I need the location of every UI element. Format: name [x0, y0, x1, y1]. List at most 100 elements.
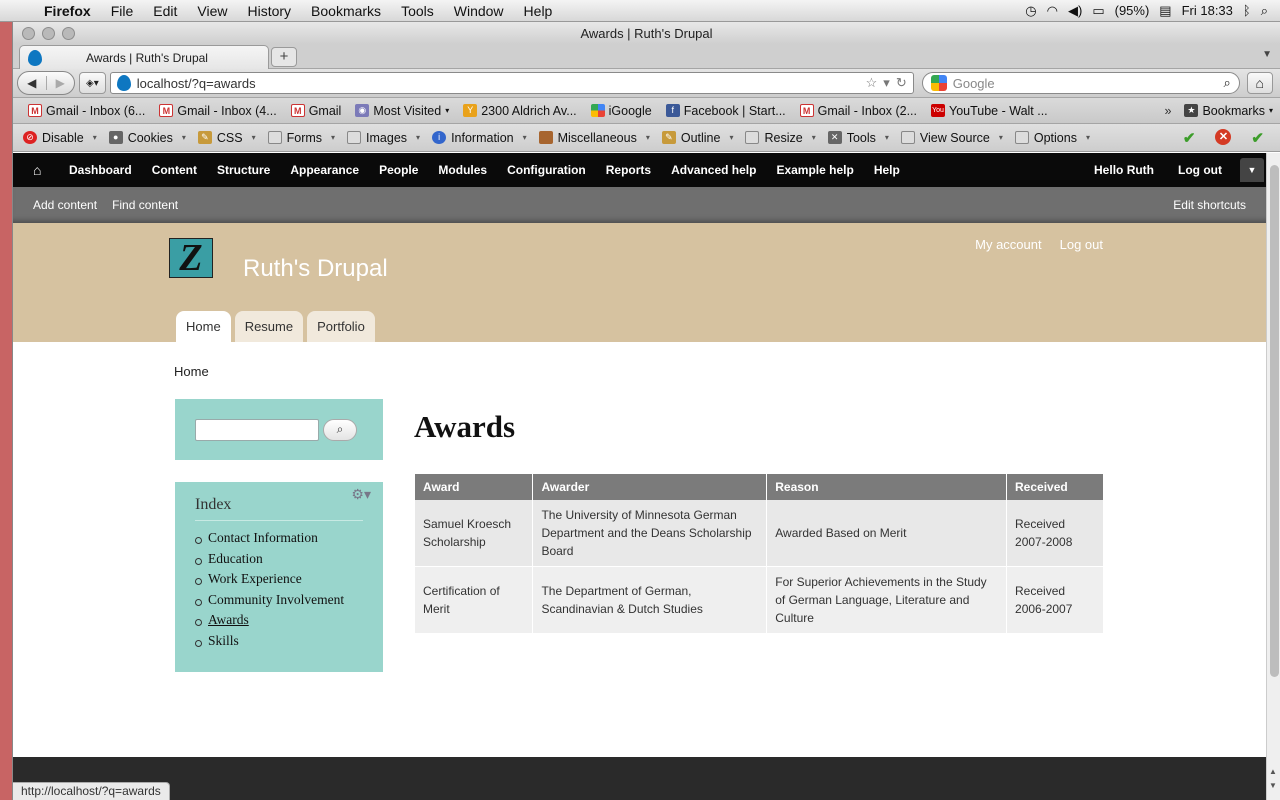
wd-resize[interactable]: Resize ▾ — [741, 131, 823, 145]
shortcut-find-content[interactable]: Find content — [112, 198, 185, 212]
back-button[interactable]: ◀ — [18, 76, 46, 90]
search-input[interactable] — [195, 418, 319, 441]
flag-icon[interactable]: ▤ — [1159, 3, 1171, 19]
bookmark-aldrich[interactable]: Y 2300 Aldrich Av... — [456, 104, 583, 118]
logout-link[interactable]: Log out — [1060, 237, 1103, 252]
bookmark-facebook[interactable]: f Facebook | Start... — [659, 104, 793, 118]
search-bar[interactable]: Google ⌕ — [921, 72, 1240, 94]
new-tab-button[interactable]: + — [271, 47, 297, 67]
admin-menu-example-help[interactable]: Example help — [766, 163, 863, 177]
admin-menu-appearance[interactable]: Appearance — [280, 163, 369, 177]
admin-menu-advanced-help[interactable]: Advanced help — [661, 163, 766, 177]
index-item-skills[interactable]: Skills — [195, 633, 363, 654]
my-account-link[interactable]: My account — [975, 237, 1041, 252]
forward-button[interactable]: ▶ — [45, 76, 75, 90]
menu-help[interactable]: Help — [514, 3, 563, 19]
wd-view-source[interactable]: View Source ▾ — [897, 131, 1011, 145]
bookmark-gmail-1[interactable]: M Gmail - Inbox (6... — [21, 104, 152, 118]
url-bar[interactable]: localhost/?q=awards ☆ ▾ ↻ — [109, 72, 914, 94]
history-dropdown-icon[interactable]: ▾ — [883, 75, 890, 91]
scroll-down-icon[interactable]: ▼ — [1269, 781, 1277, 790]
search-icon[interactable]: ⌕ — [1223, 75, 1230, 91]
wd-outline[interactable]: ✎ Outline ▾ — [658, 131, 742, 145]
main-menu-portfolio[interactable]: Portfolio — [307, 311, 375, 342]
wd-miscellaneous[interactable]: Miscellaneous ▾ — [535, 131, 658, 145]
menu-window[interactable]: Window — [444, 3, 514, 19]
google-engine-icon[interactable] — [930, 75, 947, 91]
home-button[interactable]: ⌂ — [1246, 72, 1273, 94]
scroll-up-icon[interactable]: ▲ — [1269, 767, 1277, 776]
admin-menu-configuration[interactable]: Configuration — [497, 163, 596, 177]
index-item-education[interactable]: Education — [195, 551, 363, 572]
admin-menu-help[interactable]: Help — [864, 163, 910, 177]
admin-menu-modules[interactable]: Modules — [428, 163, 497, 177]
shortcut-add-content[interactable]: Add content — [33, 198, 104, 212]
menu-tools[interactable]: Tools — [391, 3, 444, 19]
vertical-scrollbar[interactable]: ▲ ▼ — [1266, 153, 1280, 800]
index-item-work-experience[interactable]: Work Experience — [195, 571, 363, 592]
app-menu[interactable]: Firefox — [34, 3, 101, 19]
breadcrumb[interactable]: Home — [174, 364, 209, 379]
wd-options[interactable]: Options ▾ — [1011, 131, 1098, 145]
home-icon[interactable]: ⌂ — [33, 162, 51, 178]
admin-menu-dashboard[interactable]: Dashboard — [59, 163, 142, 177]
index-item-awards[interactable]: Awards — [195, 612, 363, 633]
admin-menu-structure[interactable]: Structure — [207, 163, 280, 177]
hello-user-link[interactable]: Hello Ruth — [1082, 163, 1166, 177]
search-submit-button[interactable]: ⌕ — [323, 418, 357, 441]
wd-forms[interactable]: Forms ▾ — [264, 131, 343, 145]
wd-tools[interactable]: ✕ Tools ▾ — [824, 131, 897, 145]
time-machine-icon[interactable]: ◷ — [1025, 3, 1036, 19]
wd-css[interactable]: ✎ CSS ▾ — [194, 131, 264, 145]
bluetooth-icon[interactable]: ᛒ — [1243, 3, 1251, 18]
reload-icon[interactable]: ↻ — [896, 75, 907, 91]
admin-menu-content[interactable]: Content — [142, 163, 207, 177]
scrollbar-thumb[interactable] — [1270, 165, 1279, 677]
wd-information[interactable]: i Information ▾ — [428, 131, 535, 145]
site-logo[interactable]: Z — [169, 237, 213, 279]
tab-list-icon[interactable]: ▼ — [1262, 49, 1272, 60]
tab-awards[interactable]: Awards | Ruth's Drupal — [19, 45, 269, 69]
js-valid-check-icon[interactable]: ✔ — [1251, 129, 1264, 147]
main-menu-resume[interactable]: Resume — [234, 311, 304, 342]
bookmark-gmail-2[interactable]: M Gmail - Inbox (4... — [152, 104, 283, 118]
site-name[interactable]: Ruth's Drupal — [243, 255, 388, 283]
main-menu-home[interactable]: Home — [176, 311, 231, 342]
menu-view[interactable]: View — [187, 3, 237, 19]
admin-menu-people[interactable]: People — [369, 163, 428, 177]
wd-disable[interactable]: ⊘ Disable ▾ — [19, 131, 105, 145]
bookmarks-overflow-button[interactable]: » — [1159, 104, 1178, 118]
wd-cookies[interactable]: ● Cookies ▾ — [105, 131, 194, 145]
bookmark-youtube[interactable]: You YouTube - Walt ... — [924, 104, 1055, 118]
url-text[interactable]: localhost/?q=awards — [137, 76, 860, 91]
bookmark-gmail-4[interactable]: M Gmail - Inbox (2... — [793, 104, 924, 118]
index-item-contact-information[interactable]: Contact Information — [195, 530, 363, 551]
wd-images[interactable]: Images ▾ — [343, 131, 428, 145]
menu-file[interactable]: File — [101, 3, 144, 19]
menu-bookmarks[interactable]: Bookmarks — [301, 3, 391, 19]
battery-percent[interactable]: (95%) — [1115, 3, 1150, 18]
bookmark-igoogle[interactable]: iGoogle — [584, 104, 659, 118]
spotlight-icon[interactable]: ⌕ — [1261, 3, 1268, 19]
bookmark-most-visited[interactable]: ◉ Most Visited ▾ — [348, 104, 456, 118]
battery-icon[interactable]: ▭ — [1092, 3, 1104, 19]
clock[interactable]: Fri 18:33 — [1182, 3, 1233, 18]
bookmark-gmail-3[interactable]: M Gmail — [284, 104, 349, 118]
index-menu: Contact Information Education Work Exper… — [195, 530, 363, 653]
edit-shortcuts-link[interactable]: Edit shortcuts — [1173, 198, 1266, 212]
shortcuts-toggle-icon[interactable]: ▼ — [1240, 158, 1264, 182]
gear-icon[interactable]: ⚙▾ — [351, 486, 371, 503]
index-item-community-involvement[interactable]: Community Involvement — [195, 592, 363, 613]
css-error-icon[interactable]: ✕ — [1215, 128, 1232, 145]
volume-icon[interactable]: ◀) — [1068, 3, 1082, 19]
bookmarks-menu[interactable]: ★ Bookmarks ▾ — [1177, 104, 1280, 118]
site-identity-button[interactable]: ◈ ▾ — [79, 72, 106, 94]
admin-menu-reports[interactable]: Reports — [596, 163, 661, 177]
validation-status: ✔ ✕ ✔ — [1183, 128, 1280, 147]
admin-logout-link[interactable]: Log out — [1166, 163, 1234, 177]
wifi-icon[interactable]: ◠ — [1047, 3, 1058, 19]
bookmark-star-icon[interactable]: ☆ — [866, 75, 878, 91]
menu-edit[interactable]: Edit — [143, 3, 187, 19]
html-valid-check-icon[interactable]: ✔ — [1183, 129, 1196, 147]
menu-history[interactable]: History — [237, 3, 301, 19]
